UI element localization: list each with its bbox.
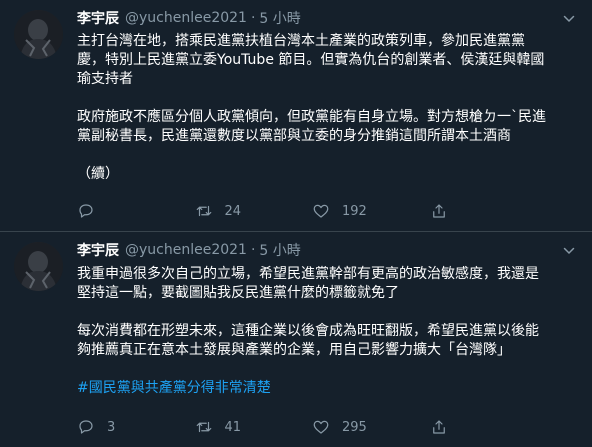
like-button[interactable]: 192 xyxy=(312,202,430,220)
author-name[interactable]: 李宇辰 xyxy=(77,8,119,28)
like-count: 295 xyxy=(342,419,367,435)
tweet[interactable]: 李宇辰 @yuchenlee2021 · 5 小時 我重申過很多次自己的立場，希… xyxy=(0,232,592,447)
text-line: （續） xyxy=(77,166,119,182)
author-handle[interactable]: @yuchenlee2021 xyxy=(125,10,247,26)
text-line: 政府施政不應區分個人政黨傾向，但政黨能有自身立場。對方想槍ㄉ一ˋ民進 xyxy=(77,109,546,125)
author-handle[interactable]: @yuchenlee2021 xyxy=(125,242,247,258)
like-button[interactable]: 295 xyxy=(312,418,430,436)
share-button[interactable] xyxy=(430,202,548,220)
share-button[interactable] xyxy=(430,418,548,436)
retweet-button[interactable]: 24 xyxy=(195,202,313,220)
reply-icon xyxy=(79,204,93,218)
text-line: 慶，特別上民進黨立委YouTube 節目。但實為仇台的創業者、侯漢廷與韓國 xyxy=(77,52,545,68)
more-options-icon xyxy=(563,15,575,23)
tweet[interactable]: 李宇辰 @yuchenlee2021 · 5 小時 主打台灣在地，搭乘民進黨扶植… xyxy=(0,0,592,232)
tweet-header: 李宇辰 @yuchenlee2021 · 5 小時 xyxy=(77,240,301,260)
avatar-image xyxy=(14,10,63,59)
avatar[interactable] xyxy=(14,242,63,291)
text-line: 瑜支持者 xyxy=(77,71,133,87)
reply-button[interactable] xyxy=(77,202,195,220)
like-count: 192 xyxy=(342,203,367,219)
tweet-header: 李宇辰 @yuchenlee2021 · 5 小時 xyxy=(77,8,301,28)
separator-dot: · xyxy=(250,242,256,258)
share-icon xyxy=(432,204,445,218)
reply-count: 3 xyxy=(107,419,116,435)
timestamp[interactable]: 5 小時 xyxy=(259,240,300,260)
retweet-icon xyxy=(196,421,211,433)
heart-icon xyxy=(313,204,329,218)
more-options-icon xyxy=(563,247,575,255)
tweet-actions: 3 41 295 xyxy=(77,416,547,438)
avatar-image xyxy=(14,242,63,291)
heart-icon xyxy=(313,420,329,434)
tweet-text: 主打台灣在地，搭乘民進黨扶植台灣本土產業的政策列車，參加民進黨黨 慶，特別上民進… xyxy=(77,32,577,184)
separator-dot: · xyxy=(250,10,256,26)
avatar[interactable] xyxy=(14,10,63,59)
reply-icon xyxy=(79,420,93,434)
author-name[interactable]: 李宇辰 xyxy=(77,240,119,260)
text-line: 每次消費都在形塑未來，這種企業以後會成為旺旺翻版，希望民進黨以後能 xyxy=(77,323,539,339)
more-options-button[interactable] xyxy=(558,240,580,260)
timestamp[interactable]: 5 小時 xyxy=(259,8,300,28)
text-line: 夠推薦真正在意本土發展與產業的企業，用自己影響力擴大「台灣隊」 xyxy=(77,342,511,358)
text-line: 主打台灣在地，搭乘民進黨扶植台灣本土產業的政策列車，參加民進黨黨 xyxy=(77,33,525,49)
reply-button[interactable]: 3 xyxy=(77,418,195,436)
share-icon xyxy=(432,420,445,434)
retweet-icon xyxy=(196,205,211,217)
retweet-count: 24 xyxy=(224,203,242,219)
retweet-button[interactable]: 41 xyxy=(195,418,313,436)
text-line: 黨副秘書長，民進黨還數度以黨部與立委的身分推銷這間所謂本土酒商 xyxy=(77,128,511,144)
text-line: 堅持這一點，要截圖貼我反民進黨什麼的標籤就免了 xyxy=(77,285,399,301)
tweet-text: 我重申過很多次自己的立場，希望民進黨幹部有更高的政治敏感度，我還是 堅持這一點，… xyxy=(77,265,577,398)
tweet-actions: 24 192 xyxy=(77,200,547,222)
text-line: 我重申過很多次自己的立場，希望民進黨幹部有更高的政治敏感度，我還是 xyxy=(77,266,539,282)
more-options-button[interactable] xyxy=(558,8,580,28)
retweet-count: 41 xyxy=(224,419,242,435)
hashtag-link[interactable]: #國民黨與共產黨分得非常清楚 xyxy=(77,379,577,398)
